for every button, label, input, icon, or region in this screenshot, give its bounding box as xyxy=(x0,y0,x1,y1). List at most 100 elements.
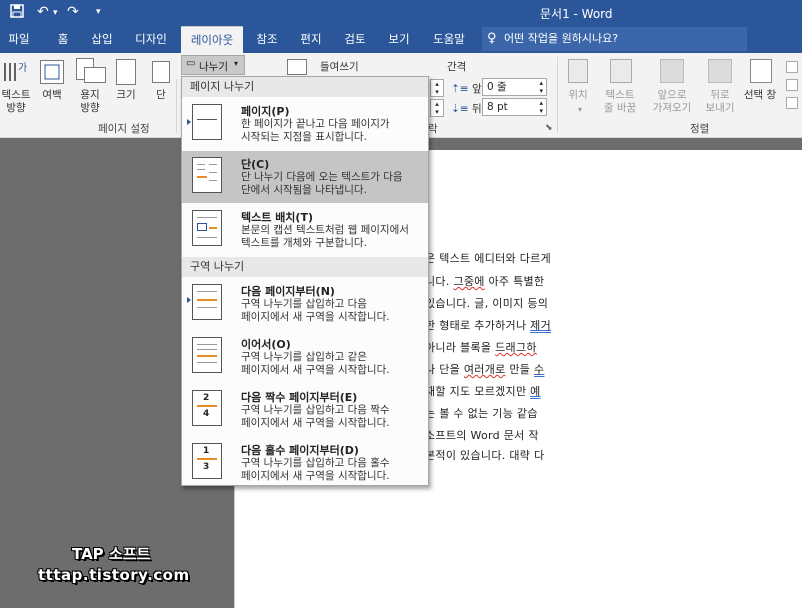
menu-item-continuous[interactable]: 이어서(O) 구역 나누기를 삽입하고 같은 페이지에서 새 구역을 시작합니다… xyxy=(182,331,428,383)
doc-text: 재할 지도 모르겠지만 xyxy=(425,385,531,398)
indent-left-spinner[interactable]: ▴ ▾ xyxy=(430,79,444,97)
customize-qat-icon[interactable]: ▾ xyxy=(96,7,101,17)
tab-mailings[interactable]: 편지 xyxy=(295,26,327,53)
text-direction-label-1: 텍스트 xyxy=(1,89,31,101)
column-break-icon xyxy=(192,157,222,193)
doc-line: 니다. 그중에 아주 특별한 xyxy=(425,273,544,289)
menu-item-desc: 페이지에서 새 구역을 시작합니다. xyxy=(241,470,390,482)
icon-number-4: 4 xyxy=(203,409,210,419)
doc-line: 은 텍스트 에디터와 다르게 xyxy=(425,252,552,265)
menu-item-desc: 구역 나누기를 삽입하고 다음 홀수 xyxy=(241,457,390,469)
section-breaks-header: 구역 나누기 xyxy=(182,257,428,277)
doc-line: 있습니다. 글, 이미지 등의 xyxy=(425,297,549,310)
icon-line xyxy=(209,172,217,173)
menu-item-desc: 페이지에서 새 구역을 시작합니다. xyxy=(241,417,390,429)
tab-insert[interactable]: 삽입 xyxy=(84,26,120,53)
menu-item-page-break[interactable]: 페이지(P) 한 페이지가 끝나고 다음 페이지가 시작되는 지점을 표시합니다… xyxy=(182,98,428,150)
icon-line xyxy=(197,119,217,120)
menu-item-text-wrapping[interactable]: 텍스트 배치(T) 본문의 캡션 텍스트처럼 웹 페이지에서 텍스트를 개체와 … xyxy=(182,204,428,256)
tab-references[interactable]: 참조 xyxy=(251,26,283,53)
position-icon xyxy=(568,59,588,83)
menu-item-even-page[interactable]: 2 4 다음 짝수 페이지부터(E) 구역 나누기를 삽입하고 다음 짝수 페이… xyxy=(182,384,428,436)
spelling-error: 여러개로 xyxy=(463,363,506,376)
icon-line xyxy=(197,362,217,363)
menu-item-title: 이어서(O) xyxy=(241,338,291,351)
menu-item-column-break[interactable]: 단(C) 단 나누기 다음에 오는 텍스트가 다음 단에서 시작됨을 나타냅니다… xyxy=(182,151,428,203)
paragraph-launcher-icon[interactable]: ⬊ xyxy=(545,123,553,133)
icon-number-1: 1 xyxy=(203,446,210,456)
menu-item-title: 텍스트 배치(T) xyxy=(241,211,313,224)
breaks-icon: ▭ xyxy=(186,58,196,69)
grammar-mark: 제거 xyxy=(530,319,552,332)
doc-text: 아니라 블록을 xyxy=(425,341,496,354)
tab-view[interactable]: 보기 xyxy=(383,26,415,53)
tab-review[interactable]: 검토 xyxy=(339,26,371,53)
breaks-dropdown-menu: 페이지 나누기 페이지(P) 한 페이지가 끝나고 다음 페이지가 시작되는 지… xyxy=(181,76,429,486)
page-break-icon xyxy=(192,104,222,140)
page-breaks-header: 페이지 나누기 xyxy=(182,77,428,97)
group-icon[interactable] xyxy=(786,79,798,91)
redo-icon[interactable]: ↷ xyxy=(67,4,79,20)
bring-forward-label-1: 앞으로 xyxy=(657,89,687,101)
bring-forward-button[interactable]: 가져오기 xyxy=(646,102,698,115)
save-icon[interactable] xyxy=(10,4,24,22)
wrap-text-label-1: 텍스트 xyxy=(605,89,635,101)
tab-layout[interactable]: 레이아웃 xyxy=(181,26,243,53)
title-bar: ↶ ▾ ↷ ▾ 문서1 - Word xyxy=(0,0,802,26)
chevron-down-icon: ▾ xyxy=(577,105,582,114)
doc-text: 나 단을 xyxy=(425,363,464,376)
rotate-icon[interactable] xyxy=(786,97,798,109)
send-backward-button[interactable]: 보내기 xyxy=(696,102,744,115)
chevron-down-icon: ▾ xyxy=(234,59,239,68)
grammar-mark: 예 xyxy=(530,385,541,398)
undo-dropdown-icon[interactable]: ▾ xyxy=(53,8,58,18)
before-spin-arrows[interactable]: ▴ ▾ xyxy=(539,79,543,95)
orientation-label-1: 용지 xyxy=(80,89,100,101)
icon-number-3: 3 xyxy=(203,462,210,472)
menu-item-desc: 페이지에서 새 구역을 시작합니다. xyxy=(241,364,390,376)
doc-line: 재할 지도 모르겠지만 예 xyxy=(425,383,541,399)
selection-pane-icon xyxy=(750,59,772,83)
doc-line: 소프트의 Word 문서 작 xyxy=(425,429,539,442)
wrap-text-button[interactable]: 줄 바꿈 xyxy=(596,102,644,115)
menu-item-desc: 본문의 캡션 텍스트처럼 웹 페이지에서 xyxy=(241,224,409,236)
before-value: 0 줄 xyxy=(487,81,507,93)
menu-item-next-page[interactable]: 다음 페이지부터(N) 구역 나누기를 삽입하고 다음 페이지에서 새 구역을 … xyxy=(182,278,428,330)
after-spin-arrows[interactable]: ▴ ▾ xyxy=(539,99,543,115)
menu-item-odd-page[interactable]: 1 3 다음 홀수 페이지부터(D) 구역 나누기를 삽입하고 다음 홀수 페이… xyxy=(182,437,428,485)
menu-item-desc: 구역 나누기를 삽입하고 다음 짝수 xyxy=(241,404,390,416)
watermark-line-2: tttap.tistory.com xyxy=(38,566,190,584)
doc-line: 아니라 블록을 드래그하 xyxy=(425,339,537,355)
paragraph-group-label: 락 xyxy=(428,123,438,135)
doc-line: 나 단을 여러개로 만들 수 xyxy=(425,361,544,377)
icon-break-mark xyxy=(197,299,217,301)
align-icon[interactable] xyxy=(786,61,798,73)
line-numbers-icon xyxy=(287,59,307,75)
spacing-before-input[interactable]: 0 줄 ▴ ▾ xyxy=(482,78,547,96)
icon-number-2: 2 xyxy=(203,393,210,403)
spacing-after-input[interactable]: 8 pt ▴ ▾ xyxy=(482,98,547,116)
menu-item-title: 다음 페이지부터(N) xyxy=(241,285,335,298)
doc-text: 니다. xyxy=(425,275,454,288)
tell-me-search[interactable]: ♀ 어떤 작업을 원하시나요? xyxy=(482,27,747,51)
text-wrapping-icon xyxy=(192,210,222,246)
tab-home[interactable]: 홈 xyxy=(47,26,79,53)
position-button[interactable]: 위치 xyxy=(562,89,594,102)
breaks-button[interactable]: ▭ 나누기 ▾ xyxy=(181,55,245,75)
selection-pane-button[interactable]: 선택 창 xyxy=(740,89,780,102)
bring-forward-icon xyxy=(660,59,684,83)
spacing-after-icon: ⇣≡ xyxy=(451,103,469,115)
doc-text: 한 형태로 추가하거나 xyxy=(425,319,531,332)
page-setup-group-label: 페이지 설정 xyxy=(98,123,150,135)
tab-design[interactable]: 디자인 xyxy=(128,26,174,53)
menu-item-desc: 구역 나누기를 삽입하고 같은 xyxy=(241,351,367,363)
margins-icon xyxy=(40,60,64,84)
indent-right-spinner[interactable]: ▴ ▾ xyxy=(430,99,444,117)
grammar-mark: 수 xyxy=(533,363,545,376)
tab-help[interactable]: 도움말 xyxy=(426,26,472,53)
undo-icon[interactable]: ↶ xyxy=(37,4,49,20)
svg-text:가: 가 xyxy=(18,62,27,74)
tab-file[interactable]: 파일 xyxy=(0,26,38,53)
icon-line xyxy=(209,164,217,165)
icon-break-mark xyxy=(197,355,217,357)
